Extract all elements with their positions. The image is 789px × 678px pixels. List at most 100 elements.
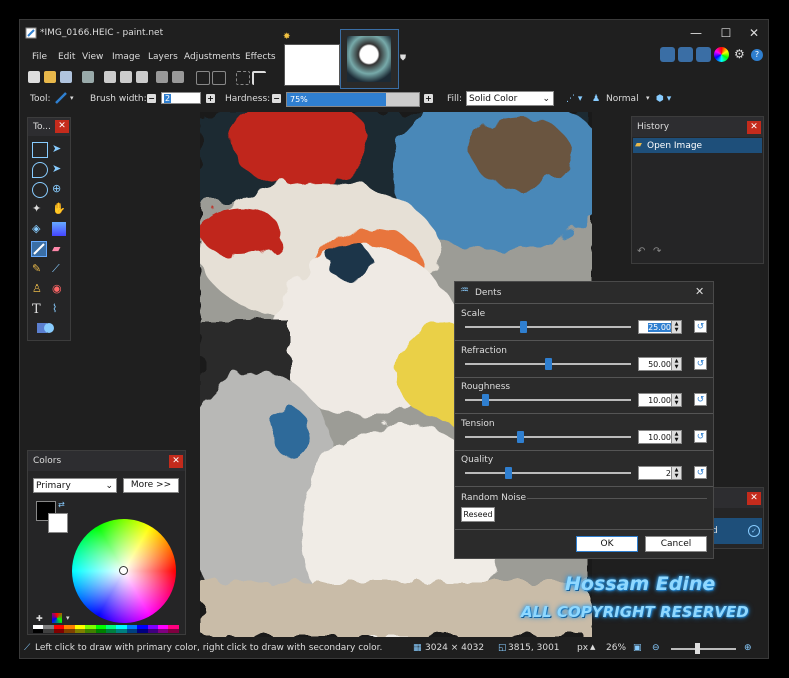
color-palette[interactable] — [33, 625, 179, 633]
recolor-icon[interactable]: ◉ — [52, 282, 66, 296]
color-wheel[interactable] — [72, 519, 176, 623]
tool-dropdown-icon[interactable]: ▾ — [70, 94, 74, 102]
menu-image[interactable]: Image — [112, 52, 140, 62]
spinner-arrows-icon[interactable]: ▲ ▼ — [671, 357, 681, 370]
text-icon[interactable]: T — [32, 302, 46, 317]
rectangle-select-icon[interactable] — [32, 142, 48, 158]
pan-hand-icon[interactable]: ✋ — [52, 202, 66, 216]
move-selection-icon[interactable]: ➤ — [52, 142, 66, 156]
zoom-fit-icon[interactable]: ▣ — [633, 643, 642, 653]
gear-icon[interactable]: ⚙ — [734, 47, 745, 61]
gradient-icon[interactable] — [52, 222, 66, 236]
history-panel-close[interactable]: ✕ — [747, 121, 761, 134]
menu-edit[interactable]: Edit — [58, 52, 75, 62]
palette-swatch[interactable] — [43, 629, 54, 633]
spinner-arrows-icon[interactable]: ▲ ▼ — [671, 321, 681, 333]
color-mode-select[interactable]: Primary ⌄ — [33, 478, 117, 493]
crop-icon[interactable] — [156, 71, 168, 83]
save-icon[interactable] — [60, 71, 72, 83]
slider-thumb[interactable] — [481, 394, 489, 406]
undo-icon[interactable] — [196, 71, 210, 85]
menu-view[interactable]: View — [82, 52, 103, 62]
zoom-slider[interactable] — [671, 643, 736, 654]
paintbrush-icon[interactable] — [54, 92, 68, 104]
colors-panel-close[interactable]: ✕ — [169, 455, 183, 468]
param-slider-scale[interactable] — [465, 321, 631, 333]
palette-swatch[interactable] — [85, 629, 96, 633]
paint-bucket-icon[interactable]: ◈ — [32, 222, 46, 236]
zoom-slider-thumb[interactable] — [695, 643, 700, 654]
maximize-button[interactable]: ☐ — [713, 24, 739, 42]
param-value-quality[interactable]: 2 ▲ ▼ — [638, 466, 682, 480]
reset-icon[interactable]: ↺ — [694, 429, 707, 443]
palette-swatch[interactable] — [137, 629, 148, 633]
eraser-icon[interactable]: ▰ — [52, 242, 66, 256]
param-slider-roughness[interactable] — [465, 394, 631, 406]
spinner-arrows-icon[interactable]: ▲ ▼ — [671, 430, 681, 443]
hardness-increase[interactable]: + — [424, 94, 433, 103]
add-color-icon[interactable]: ✚ — [36, 614, 43, 623]
slider-thumb[interactable] — [516, 430, 524, 443]
paste-icon[interactable] — [136, 71, 148, 83]
reset-icon[interactable]: ↺ — [694, 356, 707, 370]
layers-panel-close[interactable]: ✕ — [747, 492, 761, 505]
image-thumbnail-blank[interactable] — [284, 44, 340, 86]
param-slider-quality[interactable] — [465, 467, 631, 479]
dents-dialog-close[interactable]: ✕ — [695, 285, 704, 298]
more-colors-button[interactable]: More >> — [123, 478, 179, 493]
zoom-icon[interactable]: ⊕ — [52, 182, 66, 196]
slider-thumb[interactable] — [545, 357, 552, 370]
param-value-roughness[interactable]: 10.00 ▲ ▼ — [638, 393, 682, 407]
ruler-icon[interactable] — [252, 71, 266, 85]
menu-effects[interactable]: Effects — [245, 52, 276, 62]
palette-swatch[interactable] — [105, 629, 117, 633]
layer-visible-checkbox[interactable]: ✓ — [748, 525, 760, 537]
tools-toggle-icon[interactable] — [660, 47, 675, 62]
palette-swatch[interactable] — [33, 629, 44, 633]
units-selector[interactable]: px — [577, 643, 588, 653]
units-dropdown-icon[interactable]: ▲ — [590, 643, 595, 651]
close-window-button[interactable]: ✕ — [741, 24, 767, 42]
blend-dropdown-icon[interactable]: ▾ — [646, 94, 650, 102]
palette-swatch[interactable] — [64, 629, 75, 633]
reset-icon[interactable]: ↺ — [694, 320, 707, 333]
cut-icon[interactable] — [104, 71, 116, 83]
spinner-arrows-icon[interactable]: ▲ ▼ — [671, 467, 681, 479]
palette-swatch[interactable] — [158, 629, 169, 633]
reset-icon[interactable]: ↺ — [694, 393, 707, 406]
line-curve-icon[interactable]: ⌇ — [52, 302, 66, 316]
redo-icon[interactable] — [212, 71, 226, 85]
help-icon[interactable]: ? — [751, 49, 763, 61]
palette-swatch[interactable] — [95, 629, 106, 633]
param-value-tension[interactable]: 10.00 ▲ ▼ — [638, 429, 682, 444]
open-file-icon[interactable] — [44, 71, 56, 83]
palette-menu-icon[interactable]: ▾ — [66, 614, 70, 622]
copy-icon[interactable] — [120, 71, 132, 83]
ellipse-select-icon[interactable] — [32, 182, 48, 198]
menu-adjustments[interactable]: Adjustments — [184, 52, 240, 62]
grid-icon[interactable] — [236, 71, 250, 85]
hardness-decrease[interactable]: − — [272, 94, 281, 103]
palette-swatch[interactable] — [168, 629, 179, 633]
palette-icon[interactable] — [52, 613, 62, 623]
pencil-icon[interactable]: ✎ — [32, 262, 46, 276]
palette-swatch[interactable] — [74, 629, 86, 633]
history-undo-icon[interactable]: ↶ — [637, 246, 645, 257]
blend-mode-icon[interactable]: ♟ — [592, 94, 600, 104]
zoom-level[interactable]: 26% — [606, 643, 626, 653]
deselect-icon[interactable] — [172, 71, 184, 83]
shapes-icon[interactable] — [36, 321, 58, 335]
slider-thumb[interactable] — [520, 321, 528, 333]
param-slider-tension[interactable] — [465, 430, 631, 443]
secondary-color-swatch[interactable] — [48, 513, 68, 533]
reseed-button[interactable]: Reseed — [461, 507, 495, 522]
param-value-scale[interactable]: 25.00 ▲ ▼ — [638, 320, 682, 334]
lasso-icon[interactable] — [32, 162, 48, 178]
zoom-out-icon[interactable]: ⊖ — [652, 643, 660, 653]
reset-icon[interactable]: ↺ — [694, 466, 707, 479]
brush-width-decrease[interactable]: − — [147, 94, 156, 103]
antialias-icon[interactable]: ⋰ ▾ — [566, 94, 582, 104]
spinner-arrows-icon[interactable]: ▲ ▼ — [671, 394, 681, 406]
history-item[interactable]: ▰ Open Image — [633, 138, 762, 153]
color-wheel-cursor[interactable] — [119, 566, 128, 575]
